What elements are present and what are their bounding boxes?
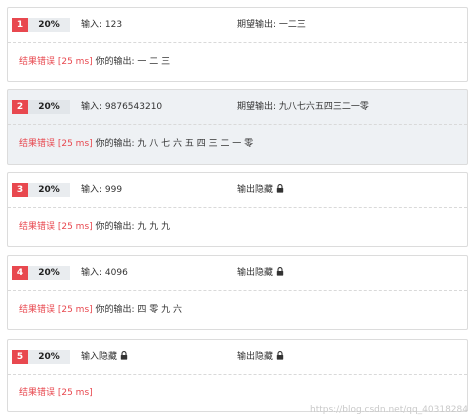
case-number-badge: 1	[12, 18, 28, 32]
result-status: 结果错误 [25 ms]	[19, 388, 93, 398]
test-case[interactable]: 3 20% 输入: 999 输出隐藏 结果错误 [25 ms] 你的输出: 九 …	[7, 172, 468, 247]
result-status: 结果错误 [25 ms]	[19, 139, 93, 149]
case-expected-text: 输出隐藏	[237, 185, 274, 195]
case-expected-text: 输出隐藏	[237, 268, 274, 278]
case-expected-text: 输出隐藏	[237, 352, 274, 362]
test-case-header: 2 20% 输入: 9876543210 期望输出: 九八七六五四三二一零	[8, 90, 467, 125]
lock-icon	[276, 184, 284, 193]
lock-icon	[120, 351, 128, 360]
case-expected-text: 期望输出: 九八七六五四三二一零	[237, 102, 369, 112]
case-expected-output: 期望输出: 九八七六五四三二一零	[237, 100, 369, 114]
score-percent: 20%	[28, 183, 70, 197]
case-input-text: 输入: 999	[81, 185, 123, 195]
test-case-header: 1 20% 输入: 123 期望输出: 一二三	[8, 8, 467, 43]
score-percent: 20%	[28, 100, 70, 114]
case-expected-output: 期望输出: 一二三	[237, 18, 306, 32]
case-expected-output: 输出隐藏	[237, 266, 284, 280]
case-input-text: 输入: 9876543210	[81, 102, 163, 112]
case-input: 输入隐藏	[81, 350, 128, 364]
your-output: 你的输出: 九 九 九	[95, 222, 171, 232]
case-expected-output: 输出隐藏	[237, 350, 284, 364]
case-input-text: 输入隐藏	[81, 352, 118, 362]
case-number-badge: 2	[12, 100, 28, 114]
test-case-header: 3 20% 输入: 999 输出隐藏	[8, 173, 467, 208]
case-input: 输入: 9876543210	[81, 100, 162, 114]
your-output: 你的输出: 四 零 九 六	[95, 305, 183, 315]
score-percent: 20%	[28, 18, 70, 32]
case-input: 输入: 4096	[81, 266, 128, 280]
test-case-header: 5 20% 输入隐藏 输出隐藏	[8, 340, 467, 375]
case-number-badge: 5	[12, 350, 28, 364]
case-number-badge: 3	[12, 183, 28, 197]
result-status: 结果错误 [25 ms]	[19, 57, 93, 67]
case-input: 输入: 123	[81, 18, 122, 32]
test-case-header: 4 20% 输入: 4096 输出隐藏	[8, 256, 467, 291]
watermark: https://blog.csdn.net/qq_40318284	[309, 405, 468, 415]
case-expected-text: 期望输出: 一二三	[237, 20, 306, 30]
test-case[interactable]: 4 20% 输入: 4096 输出隐藏 结果错误 [25 ms] 你的输出: 四…	[7, 255, 468, 330]
score-percent: 20%	[28, 266, 70, 280]
test-case[interactable]: 5 20% 输入隐藏 输出隐藏 结果错误 [25 ms]	[7, 339, 468, 412]
your-output: 你的输出: 九 八 七 六 五 四 三 二 一 零	[95, 139, 254, 149]
case-input-text: 输入: 4096	[81, 268, 128, 278]
case-number-badge: 4	[12, 266, 28, 280]
lock-icon	[276, 267, 284, 276]
case-input: 输入: 999	[81, 183, 122, 197]
test-case[interactable]: 1 20% 输入: 123 期望输出: 一二三 结果错误 [25 ms] 你的输…	[7, 7, 468, 82]
lock-icon	[276, 351, 284, 360]
result-status: 结果错误 [25 ms]	[19, 222, 93, 232]
score-percent: 20%	[28, 350, 70, 364]
case-input-text: 输入: 123	[81, 20, 123, 30]
case-expected-output: 输出隐藏	[237, 183, 284, 197]
your-output: 你的输出: 一 二 三	[95, 57, 171, 67]
test-case[interactable]: 2 20% 输入: 9876543210 期望输出: 九八七六五四三二一零 结果…	[7, 89, 468, 165]
result-status: 结果错误 [25 ms]	[19, 305, 93, 315]
